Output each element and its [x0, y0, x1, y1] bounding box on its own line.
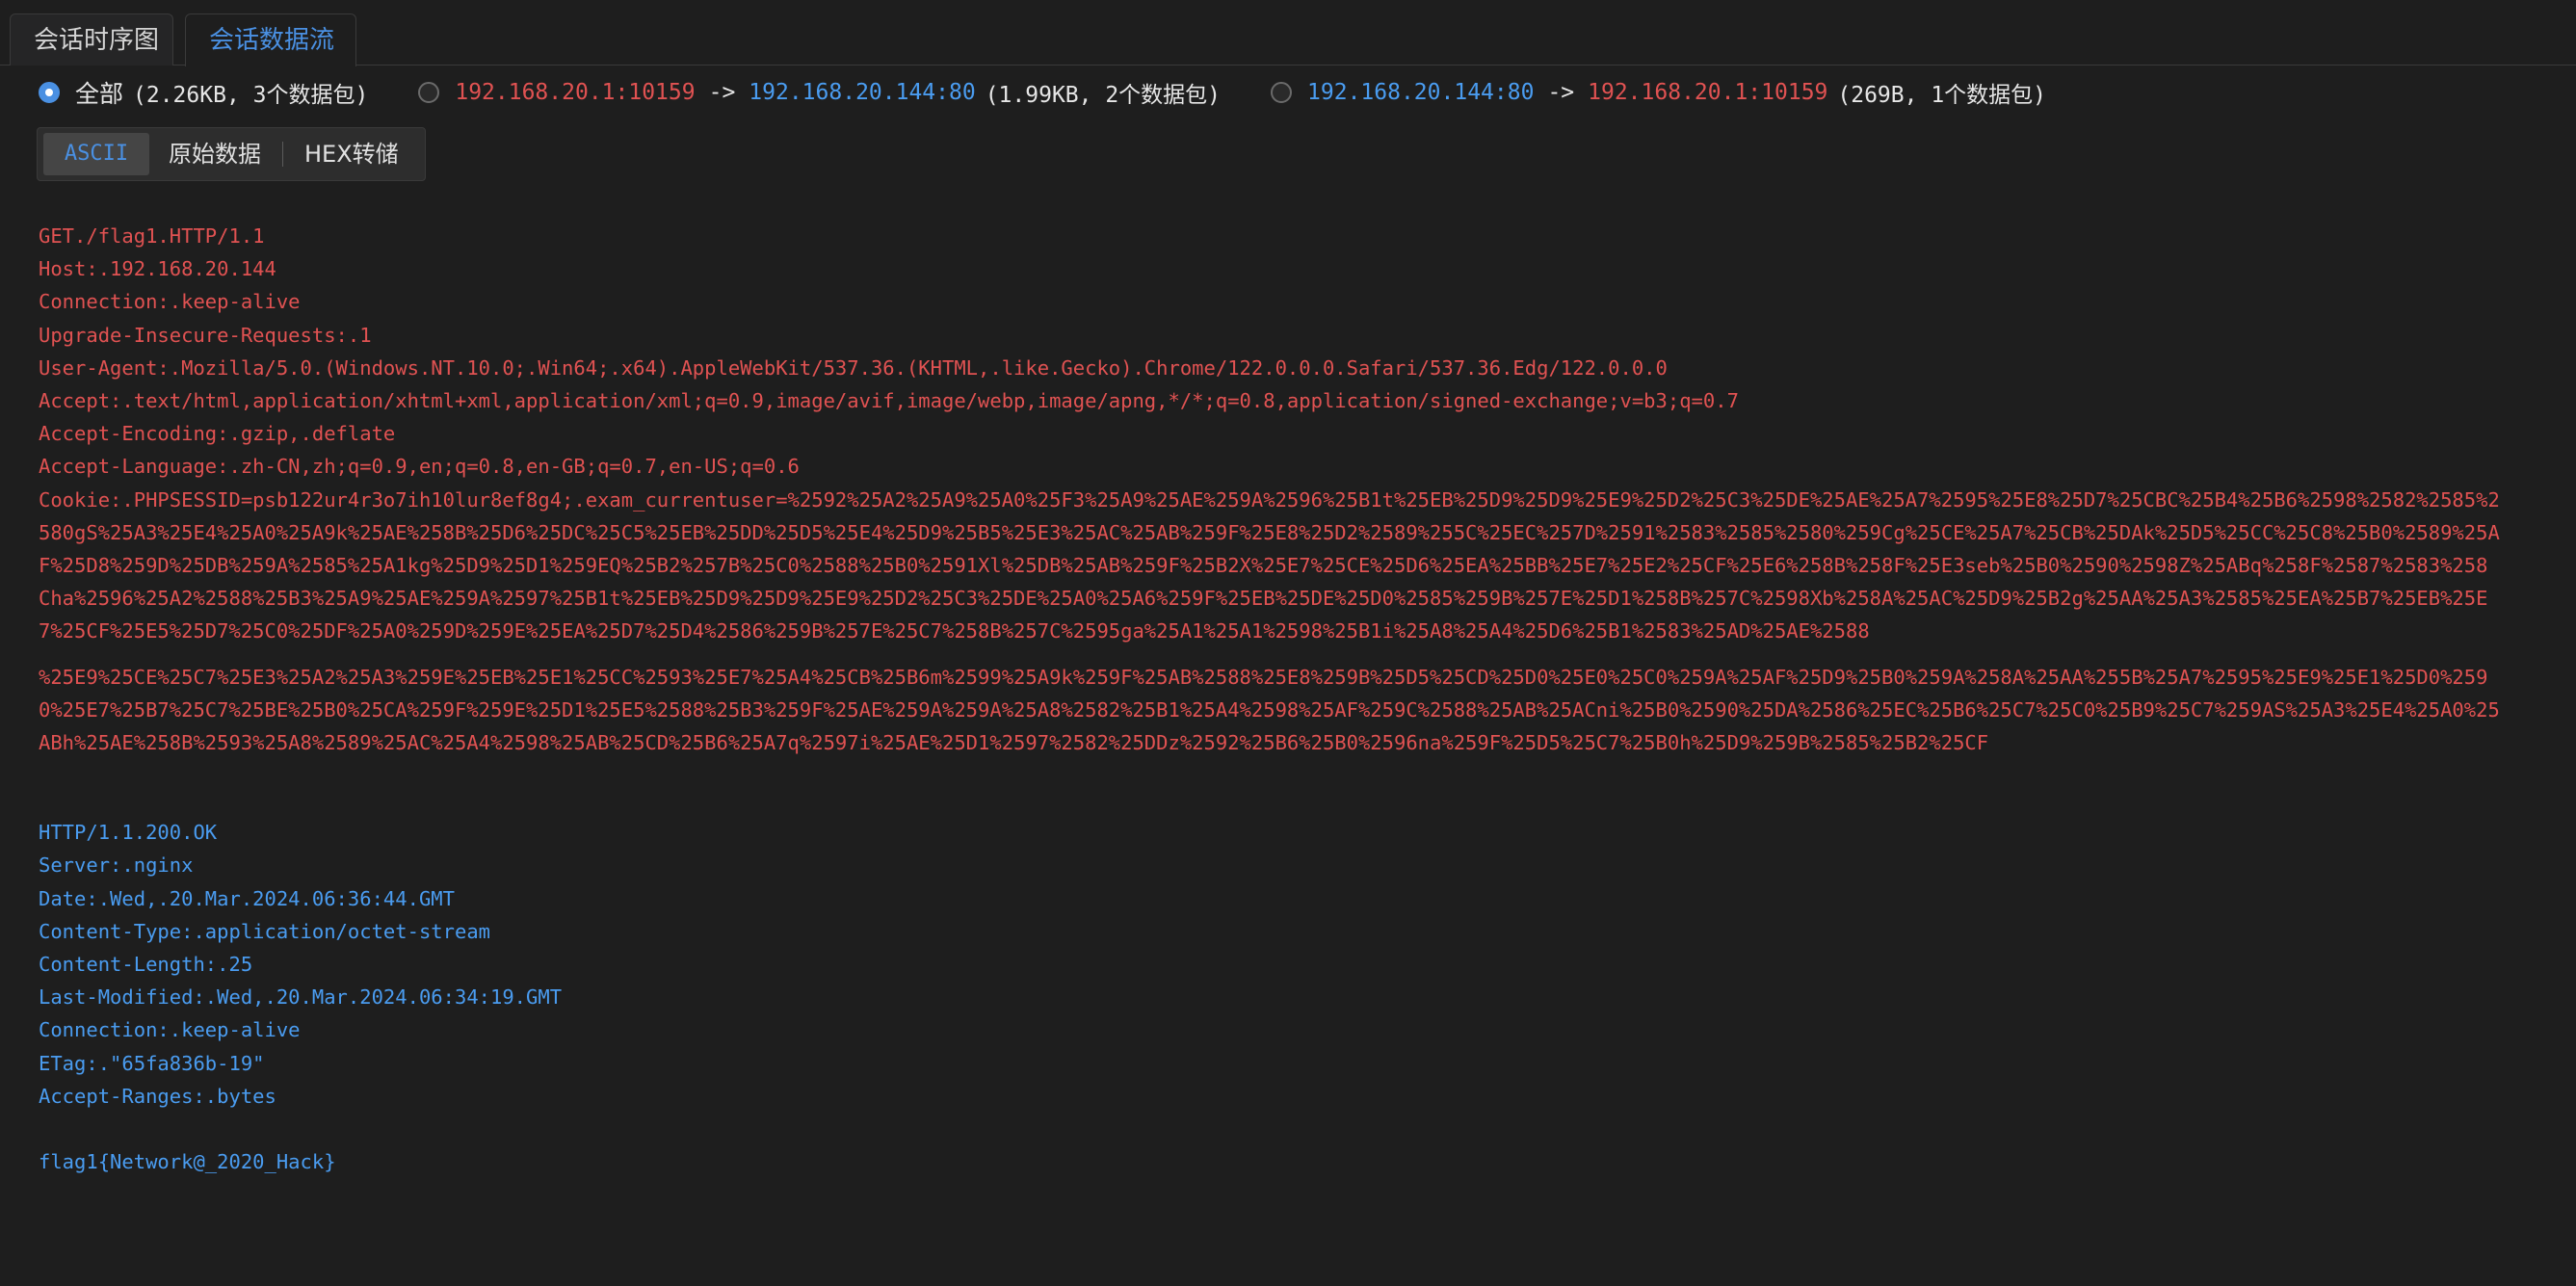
view-mode-switch: ASCII 原始数据 HEX转储: [37, 127, 426, 181]
direction-c2s-option[interactable]: 192.168.20.1:10159 -> 192.168.20.144:80 …: [418, 76, 1221, 109]
tab-bar: 会话时序图 会话数据流: [0, 0, 2576, 66]
tab-session-timeline[interactable]: 会话时序图: [10, 13, 173, 66]
request-body-line: ABh%25AE%258B%2593%25A8%2589%25AC%25A4%2…: [39, 726, 2543, 759]
request-cookie-line: F%25D8%259D%25DB%259A%2585%25A1kg%25D9%2…: [39, 549, 2543, 582]
response-header-line: Connection:.keep-alive: [39, 1013, 2543, 1046]
response-status-line: HTTP/1.1.200.OK: [39, 816, 2543, 849]
view-mode-hex-button[interactable]: HEX转储: [285, 133, 418, 175]
response-header-line: Date:.Wed,.20.Mar.2024.06:36:44.GMT: [39, 882, 2543, 915]
request-header-line: Accept-Language:.zh-CN,zh;q=0.9,en;q=0.8…: [39, 450, 2543, 483]
request-header-line: User-Agent:.Mozilla/5.0.(Windows.NT.10.0…: [39, 352, 2543, 384]
response-header-line: Last-Modified:.Wed,.20.Mar.2024.06:34:19…: [39, 981, 2543, 1013]
request-body-line: 0%25E7%25B7%25C7%25BE%25B0%25CA%259F%259…: [39, 694, 2543, 726]
view-mode-divider: [282, 142, 283, 167]
request-header-line: Host:.192.168.20.144: [39, 252, 2543, 285]
s2c-dst: 192.168.20.1:10159: [1588, 80, 1827, 105]
response-header-line: Server:.nginx: [39, 849, 2543, 881]
radio-c2s[interactable]: [418, 82, 439, 103]
request-cookie-line: 580gS%25A3%25E4%25A0%25A9k%25AE%258B%25D…: [39, 516, 2543, 549]
radio-s2c[interactable]: [1271, 82, 1292, 103]
s2c-src: 192.168.20.144:80: [1307, 80, 1534, 105]
stream-content: GET./flag1.HTTP/1.1 Host:.192.168.20.144…: [39, 220, 2543, 1178]
radio-all[interactable]: [39, 82, 60, 103]
c2s-arrow: ->: [709, 80, 736, 105]
tab-session-dataflow[interactable]: 会话数据流: [185, 13, 356, 66]
response-header-line: ETag:."65fa836b-19": [39, 1047, 2543, 1080]
direction-filter: 全部 (2.26KB, 3个数据包) 192.168.20.1:10159 ->…: [39, 72, 2096, 113]
request-cookie-line: Cha%2596%25A2%2588%25B3%25A9%25AE%259A%2…: [39, 582, 2543, 615]
s2c-arrow: ->: [1547, 80, 1574, 105]
request-header-line: Upgrade-Insecure-Requests:.1: [39, 319, 2543, 352]
direction-all-label: 全部: [75, 75, 123, 110]
response-block: HTTP/1.1.200.OK Server:.nginx Date:.Wed,…: [39, 816, 2543, 1178]
c2s-src: 192.168.20.1:10159: [455, 80, 695, 105]
response-header-line: Content-Length:.25: [39, 948, 2543, 981]
request-block: GET./flag1.HTTP/1.1 Host:.192.168.20.144…: [39, 220, 2543, 759]
request-cookie-line: 7%25CF%25E5%25D7%25C0%25DF%25A0%259D%259…: [39, 615, 2543, 647]
request-cookie-line: Cookie:.PHPSESSID=psb122ur4r3o7ih10lur8e…: [39, 484, 2543, 516]
response-header-line: Content-Type:.application/octet-stream: [39, 915, 2543, 948]
request-header-line: Connection:.keep-alive: [39, 285, 2543, 318]
c2s-meta: (1.99KB, 2个数据包): [986, 76, 1221, 109]
request-line: GET./flag1.HTTP/1.1: [39, 220, 2543, 252]
c2s-dst: 192.168.20.144:80: [749, 80, 975, 105]
request-body-gap: [39, 648, 2543, 661]
s2c-meta: (269B, 1个数据包): [1837, 76, 2046, 109]
direction-s2c-option[interactable]: 192.168.20.144:80 -> 192.168.20.1:10159 …: [1271, 76, 2046, 109]
request-header-line: Accept:.text/html,application/xhtml+xml,…: [39, 384, 2543, 417]
response-body-gap: [39, 1113, 2543, 1145]
response-header-line: Accept-Ranges:.bytes: [39, 1080, 2543, 1113]
response-body: flag1{Network@_2020_Hack}: [39, 1145, 2543, 1178]
request-body-line: %25E9%25CE%25C7%25E3%25A2%25A3%259E%25EB…: [39, 661, 2543, 694]
view-mode-ascii-button[interactable]: ASCII: [43, 133, 149, 175]
request-header-line: Accept-Encoding:.gzip,.deflate: [39, 417, 2543, 450]
packet-gap: [39, 759, 2543, 816]
view-mode-raw-button[interactable]: 原始数据: [149, 133, 280, 175]
direction-all-option[interactable]: 全部 (2.26KB, 3个数据包): [39, 75, 368, 110]
direction-all-meta: (2.26KB, 3个数据包): [133, 76, 368, 109]
